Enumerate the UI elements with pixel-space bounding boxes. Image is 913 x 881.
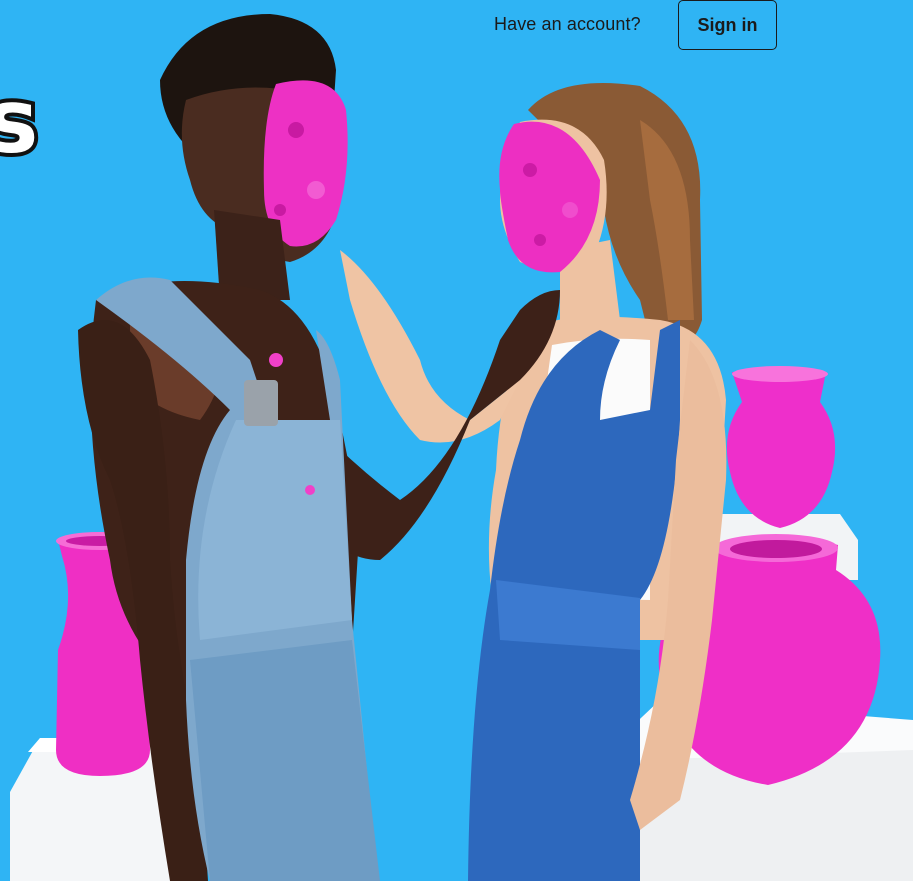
hero-photo-illustration xyxy=(10,14,913,881)
right-upper-vase xyxy=(726,366,836,528)
logo-fragment: s xyxy=(0,70,42,173)
woman-figure xyxy=(340,83,727,881)
landing-hero: s Have an account? Sign in xyxy=(0,0,913,881)
sign-in-button[interactable]: Sign in xyxy=(678,0,777,50)
have-account-text: Have an account? xyxy=(494,14,641,34)
